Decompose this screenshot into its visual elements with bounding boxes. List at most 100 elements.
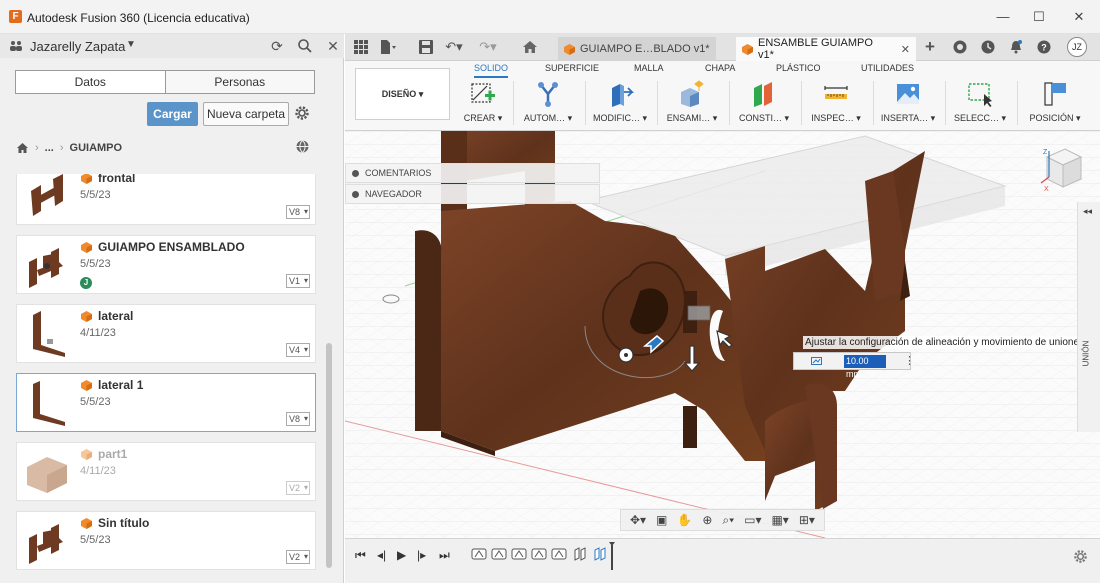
team-name[interactable]: Jazarelly Zapata — [30, 39, 125, 54]
timeline-settings-gear-icon[interactable] — [1073, 549, 1088, 564]
modify-menu[interactable]: MODIFIC… ▾ — [589, 78, 651, 130]
tab-personas[interactable]: Personas — [166, 71, 315, 93]
minimize-button[interactable]: — — [992, 8, 1014, 26]
browser-panel[interactable]: NAVEGADOR — [345, 184, 600, 204]
close-tab-icon[interactable]: ✕ — [901, 43, 910, 56]
job-status-icon[interactable] — [979, 39, 997, 55]
breadcrumb-ellipsis[interactable]: ... — [45, 142, 54, 154]
select-menu[interactable]: SELECC… ▾ — [949, 78, 1011, 130]
assemble-menu[interactable]: ENSAMI… ▾ — [661, 78, 723, 130]
go-to-start-icon[interactable]: ⏮ — [355, 548, 366, 563]
home-icon[interactable] — [521, 39, 539, 55]
file-date: 5/5/23 — [80, 396, 111, 408]
globe-icon[interactable] — [295, 139, 310, 154]
list-item[interactable]: lateral 1 5/5/23 V8 — [16, 373, 316, 432]
more-options-icon[interactable]: ⋮ — [904, 354, 915, 367]
refresh-icon[interactable]: ⟳ — [268, 38, 286, 54]
pan-hand-icon[interactable]: ✋ — [677, 513, 692, 527]
home-icon[interactable] — [16, 142, 29, 154]
joint-command-panel[interactable]: ◂◂ UNIÓN — [1077, 202, 1100, 432]
inspect-menu[interactable]: INSPEC… ▾ — [805, 78, 867, 130]
assemble-component-icon — [681, 80, 704, 107]
list-item[interactable]: GUIAMPO ENSAMBLADO 5/5/23 J V1 — [16, 235, 316, 294]
expand-plus-icon[interactable] — [352, 191, 359, 198]
insert-menu[interactable]: INSERTA… ▾ — [877, 78, 939, 130]
camera-icon[interactable]: ▣ — [656, 513, 667, 527]
create-menu[interactable]: CREAR ▾ — [457, 78, 509, 130]
upload-button[interactable]: Cargar — [147, 102, 198, 126]
new-tab-plus-icon[interactable]: + — [921, 38, 939, 55]
version-dropdown[interactable]: V2 — [286, 550, 310, 564]
user-avatar[interactable]: JZ — [1067, 37, 1087, 57]
svg-text:X: X — [1044, 186, 1049, 193]
go-to-end-icon[interactable]: ⏭ — [439, 548, 450, 563]
version-dropdown[interactable]: V1 — [286, 274, 310, 288]
tab-malla[interactable]: MALLA — [634, 63, 664, 73]
breadcrumb-current-folder[interactable]: GUIAMPO — [70, 142, 123, 154]
timeline-marker[interactable] — [609, 542, 615, 570]
3d-viewport[interactable]: Z X COMENTARIOS NAVEGADOR Ajustar la con… — [345, 131, 1100, 538]
zoom-icon[interactable]: ⊕ — [702, 513, 712, 527]
redo-icon[interactable]: ↷▾ — [479, 39, 497, 55]
version-dropdown[interactable]: V8 — [286, 205, 310, 219]
play-icon[interactable]: ▶ — [397, 548, 406, 562]
position-icon — [1044, 82, 1066, 106]
file-thumbnail — [27, 457, 67, 493]
chevron-down-icon[interactable]: ▼ — [126, 39, 136, 50]
tab-superficie[interactable]: SUPERFICIE — [545, 63, 599, 73]
list-item[interactable]: Sin título 5/5/23 V2 — [16, 511, 316, 570]
comments-panel[interactable]: COMENTARIOS — [345, 163, 600, 183]
file-list-scrollbar[interactable] — [326, 343, 332, 568]
maximize-button[interactable]: ☐ — [1028, 8, 1050, 26]
list-item[interactable]: lateral 4/11/23 V4 — [16, 304, 316, 363]
tab-ensamble-guiampo[interactable]: ENSAMBLE GUIAMPO v1* ✕ — [736, 37, 916, 61]
automate-icon — [538, 82, 558, 107]
step-forward-icon[interactable]: |▸ — [417, 548, 426, 562]
tab-datos[interactable]: Datos — [16, 71, 166, 93]
display-settings-icon[interactable]: ▭▾ — [744, 513, 761, 527]
timeline-joint-icon[interactable] — [511, 546, 527, 562]
list-item[interactable]: part1 4/11/23 V2 — [16, 442, 316, 501]
tab-plastico[interactable]: PLÁSTICO — [776, 63, 821, 73]
file-menu-icon[interactable] — [379, 39, 397, 55]
viewports-icon[interactable]: ⊞▾ — [799, 513, 815, 527]
timeline-rigid-group-icon[interactable] — [593, 546, 609, 562]
timeline-joint-icon[interactable] — [491, 546, 507, 562]
close-panel-icon[interactable]: ✕ — [324, 38, 342, 54]
notification-bell-icon[interactable] — [1007, 39, 1025, 55]
construct-menu[interactable]: CONSTI… ▾ — [733, 78, 795, 130]
extensions-icon[interactable] — [951, 39, 969, 55]
grid-settings-icon[interactable]: ▦▾ — [771, 513, 788, 527]
collapse-arrow-icon[interactable]: ◂◂ — [1083, 206, 1092, 217]
version-dropdown[interactable]: V8 — [286, 412, 310, 426]
grid-menu-icon[interactable] — [352, 39, 370, 55]
workspace-dropdown[interactable]: DISEÑO ▾ — [355, 68, 450, 120]
timeline-joint-icon[interactable] — [551, 546, 567, 562]
dimension-value-input[interactable]: 10.00 mm — [844, 355, 886, 379]
tab-solido[interactable]: SOLIDO — [474, 63, 509, 78]
save-icon[interactable] — [417, 39, 435, 55]
fit-zoom-icon[interactable]: ⌕▾ — [722, 513, 734, 528]
new-folder-button[interactable]: Nueva carpeta — [203, 102, 289, 126]
timeline-rigid-group-icon[interactable] — [573, 546, 589, 562]
close-window-button[interactable]: ✕ — [1068, 8, 1090, 26]
version-dropdown[interactable]: V2 — [286, 481, 310, 495]
version-dropdown[interactable]: V4 — [286, 343, 310, 357]
gear-icon[interactable] — [294, 105, 310, 121]
position-menu[interactable]: POSICIÓN ▾ — [1021, 78, 1089, 130]
help-icon[interactable]: ? — [1035, 39, 1053, 55]
tab-chapa[interactable]: CHAPA — [705, 63, 735, 73]
expand-plus-icon[interactable] — [352, 170, 359, 177]
search-icon[interactable] — [296, 38, 314, 54]
orbit-icon[interactable]: ✥▾ — [630, 513, 646, 527]
automate-menu[interactable]: AUTOM… ▾ — [517, 78, 579, 130]
list-item[interactable]: frontal 5/5/23 V8 — [16, 174, 316, 225]
dimension-type-icon[interactable] — [811, 357, 822, 365]
undo-icon[interactable]: ↶▾ — [445, 39, 463, 55]
timeline-joint-icon[interactable] — [531, 546, 547, 562]
viewcube-icon[interactable]: Z X — [1037, 143, 1085, 197]
timeline-joint-icon[interactable] — [471, 546, 487, 562]
tab-guiampo-ensamblado[interactable]: GUIAMPO E…BLADO v1* — [558, 37, 716, 61]
tab-utilidades[interactable]: UTILIDADES — [861, 63, 914, 73]
step-back-icon[interactable]: ◂| — [377, 548, 386, 562]
